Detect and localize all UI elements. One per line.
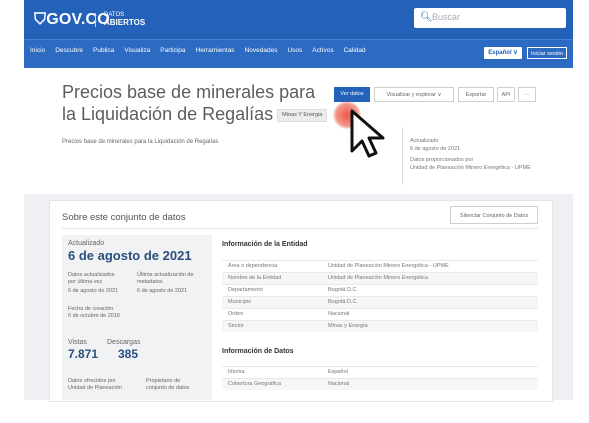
row-label: Área o dependencia: [228, 263, 278, 269]
nav-item[interactable]: Inicio: [30, 47, 45, 54]
data-updated-label: Datos actualizados por última vez: [68, 272, 115, 285]
downloads-label: Descargas: [107, 339, 141, 346]
nav-item[interactable]: Actívos: [312, 47, 333, 54]
row-label: Cobertura Geográfica: [228, 381, 281, 387]
row-value: Unidad de Planeación Minero Energética -…: [328, 263, 449, 269]
more-button[interactable]: ···: [518, 87, 536, 102]
exportar-button[interactable]: Exportar: [458, 87, 494, 102]
created-label: Fecha de creación: [68, 306, 114, 312]
views-value: 7.871: [68, 347, 99, 361]
data-info-table: Idioma Español Cobertura Geográfica Naciona…: [222, 366, 538, 390]
visualizar-button[interactable]: Visualizar y explorar ∨: [374, 87, 454, 102]
row-label: Municipio: [228, 299, 252, 305]
nav-item[interactable]: Visualiza: [124, 47, 150, 54]
table-row: Cobertura Geográfica Nacional: [222, 378, 538, 390]
search-icon: 🔍︎: [420, 12, 433, 23]
nav-item[interactable]: Publica: [93, 47, 114, 54]
row-value: Español: [328, 369, 348, 375]
views-label: Vistas: [68, 339, 87, 346]
table-row: Municipio Bogotá D.C.: [222, 296, 538, 308]
search-input[interactable]: 🔍︎ Buscar: [414, 8, 566, 28]
nav-item[interactable]: Participa: [160, 47, 185, 54]
table-row: Idioma Español: [222, 366, 538, 378]
dataset-title-block: Precios base de minerales para la Liquid…: [62, 81, 332, 125]
created-value: 6 de octubre de 2016: [68, 313, 120, 319]
meta-divider: [402, 127, 403, 185]
table-row: Área o dependencia Unidad de Planeación M…: [222, 260, 538, 272]
row-label: Idioma: [228, 369, 245, 375]
owner-label: Propietario de: [146, 378, 181, 384]
entity-table: Área o dependencia Unidad de Planeación M…: [222, 260, 538, 332]
updated-value: 6 de agosto de 2021: [410, 145, 461, 152]
offered-by-value: Unidad de Planeación: [68, 385, 122, 391]
language-button[interactable]: Español ∨: [484, 47, 522, 59]
summary-updated-label: Actualizado: [68, 240, 105, 247]
owner-value: conjunto de datos: [146, 385, 190, 391]
provided-label: Datos proporcionados por: [410, 157, 474, 163]
entity-heading: Información de la Entidad: [222, 241, 308, 248]
table-row: Departamento Bogotá D.C.: [222, 284, 538, 296]
row-value: Nacional: [328, 381, 350, 387]
data-info-heading: Información de Datos: [222, 348, 294, 355]
summary-updated-value: 6 de agosto de 2021: [68, 248, 192, 263]
nav-menu: Inicio Descubre Publica Visualiza Participa H…: [30, 47, 366, 54]
category-tag[interactable]: Minas Y Energia: [277, 108, 328, 122]
card-divider: [62, 228, 538, 229]
meta-updated-value: 6 de agosto de 2021: [137, 288, 188, 294]
nav-item[interactable]: Novedades: [245, 47, 278, 54]
dataset-meta: Actualizado 6 de agosto de 2021 Datos pr…: [410, 138, 540, 172]
govco-logo[interactable]: ⛉GOV.CO: [34, 11, 110, 29]
row-label: Orden: [228, 311, 244, 317]
nav-item[interactable]: Descubre: [55, 47, 83, 54]
cursor-arrow-icon: [350, 109, 385, 158]
row-value: Bogotá D.C.: [328, 287, 358, 293]
row-label: Departamento: [228, 287, 263, 293]
meta-updated-label: Última actualización de metadatos: [137, 272, 194, 285]
logo-divider: [95, 13, 96, 27]
login-button[interactable]: Iniciar sesión: [527, 47, 567, 59]
nav-item[interactable]: Usos: [287, 47, 302, 54]
row-label: Sector: [228, 323, 244, 329]
search-placeholder: Buscar: [432, 12, 461, 22]
row-value: Unidad de Planeación Minero Energética: [328, 275, 428, 281]
provided-value: Unidad de Planeación Minero Energética -…: [410, 164, 531, 171]
data-updated-value: 6 de agosto de 2021: [68, 288, 119, 294]
ver-datos-button[interactable]: Ver datos: [334, 87, 370, 102]
updated-label: Actualizado: [410, 138, 439, 144]
table-row: Sector Minas y Energía: [222, 320, 538, 332]
row-value: Nacional: [328, 311, 350, 317]
nav-item[interactable]: Herramientas: [196, 47, 235, 54]
govco-shield-icon: ⛉: [34, 11, 47, 28]
table-row: Nombre de la Entidad Unidad de Planeación…: [222, 272, 538, 284]
silence-dataset-button[interactable]: Silenciar Conjunto de Datos: [450, 206, 538, 224]
about-title: Sobre este conjunto de datos: [62, 212, 186, 223]
nav-item[interactable]: Calidad: [344, 47, 366, 54]
row-value: Minas y Energía: [328, 323, 368, 329]
table-row: Orden Nacional: [222, 308, 538, 320]
row-label: Nombre de la Entidad: [228, 275, 282, 281]
offered-by-label: Datos ofrecidos por: [68, 378, 116, 384]
api-button[interactable]: API: [497, 87, 515, 102]
logo-big-text: ABIERTOS: [104, 18, 146, 27]
datos-abiertos-logo[interactable]: DATOS ABIERTOS: [104, 12, 145, 28]
dataset-description: Precios base de minerales para la Liquid…: [62, 139, 219, 145]
row-value: Bogotá D.C.: [328, 299, 358, 305]
downloads-value: 385: [118, 347, 139, 361]
